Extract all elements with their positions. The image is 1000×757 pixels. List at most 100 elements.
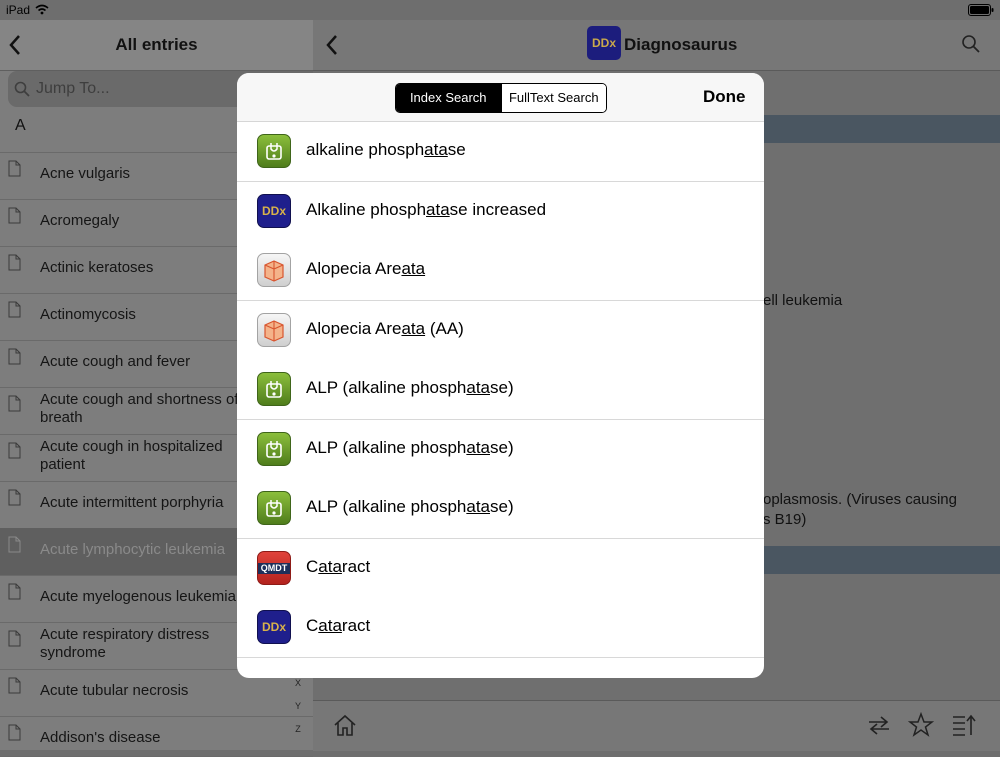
book-icon (264, 260, 284, 282)
document-icon (8, 489, 21, 506)
result-text: se) (490, 437, 514, 457)
home-icon[interactable] (333, 714, 357, 736)
document-icon (8, 160, 21, 177)
result-text: se increased (449, 199, 547, 219)
document-icon (8, 724, 21, 741)
search-result-row[interactable]: DDx Alkaline phosphatase increased (237, 181, 764, 242)
star-icon[interactable] (908, 712, 934, 737)
result-match-highlight: ata (466, 497, 490, 516)
search-result-label: alkaline phosphatase (306, 140, 466, 160)
index-search-segment[interactable]: Index Search (396, 84, 501, 112)
result-text: Alopecia Are (306, 259, 402, 278)
document-icon (8, 583, 21, 600)
stethoscope-icon (257, 134, 291, 168)
document-icon (8, 677, 21, 694)
sidebar-nav-bar: All entries (0, 20, 313, 71)
stethoscope-icon (266, 381, 282, 398)
search-result-label: Alopecia Areata (AA) (306, 319, 464, 339)
result-match-highlight: ata (318, 616, 342, 635)
sidebar-entry-label: Acute cough and shortness of breath (40, 391, 239, 426)
book-icon (264, 319, 284, 342)
result-text: alkaline phosph (306, 140, 425, 159)
sidebar-entry-label: Acute cough and fever (40, 353, 191, 370)
result-text: se) (490, 378, 514, 397)
index-letter[interactable]: Z (292, 718, 304, 741)
search-result-row[interactable]: DDx Cataract (237, 598, 764, 658)
document-icon (8, 442, 21, 459)
search-result-label: Alkaline phosphatase increased (306, 200, 546, 220)
document-icon (8, 254, 21, 271)
book-icon (257, 312, 291, 347)
sidebar-entry-label: Actinic keratoses (40, 259, 154, 276)
detail-text-fragment: ell leukemia (763, 292, 843, 309)
swap-arrows-icon[interactable] (866, 714, 892, 736)
detail-nav-bar: DDx Diagnosaurus (313, 20, 1000, 71)
stethoscope-icon (266, 440, 282, 458)
document-icon (8, 348, 21, 365)
stethoscope-icon (266, 500, 282, 517)
search-result-row[interactable]: QMDT Cataract (237, 538, 764, 599)
search-icon[interactable] (961, 34, 981, 54)
result-match-highlight: ata (426, 199, 450, 219)
ddx-icon: DDx (257, 193, 291, 228)
sidebar-entry[interactable]: Addison's disease (0, 716, 313, 757)
search-modal: Index Search FullText Search Done alkali… (237, 73, 764, 678)
results-list: alkaline phosphatase DDx Alkaline phosphat… (237, 122, 764, 678)
app-title: Diagnosaurus (624, 35, 738, 54)
document-icon (8, 630, 21, 647)
ddx-icon: DDx (257, 610, 291, 644)
result-text: se (447, 140, 466, 159)
search-result-label: Cataract (306, 616, 370, 636)
result-text: ALP (alkaline phosph (306, 497, 467, 516)
modal-header: Index Search FullText Search Done (237, 73, 764, 122)
search-result-label: ALP (alkaline phosphatase) (306, 438, 514, 458)
search-mode-segmented-control[interactable]: Index Search FullText Search (395, 83, 607, 113)
result-match-highlight: ata (466, 378, 490, 397)
index-bar[interactable]: X Y Z (292, 672, 304, 741)
result-match-highlight: ata (466, 437, 490, 457)
device-name: iPad (6, 3, 31, 17)
sidebar-entry-label: Acute intermittent porphyria (40, 494, 224, 511)
stethoscope-icon (266, 143, 282, 160)
result-match-highlight: ata (318, 556, 342, 576)
search-result-label: ALP (alkaline phosphatase) (306, 378, 514, 398)
detail-text-fragment: s B19) (763, 511, 807, 528)
search-result-row[interactable]: ALP (alkaline phosphatase) (237, 360, 764, 420)
index-letter[interactable]: Y (292, 695, 304, 718)
search-result-row[interactable]: Alopecia Areata (237, 241, 764, 301)
back-chevron-icon[interactable] (325, 34, 339, 56)
search-result-row[interactable]: Alopecia Areata (AA) (237, 300, 764, 361)
ddx-app-icon: DDx (587, 26, 621, 60)
sidebar-entry-label: Acute tubular necrosis (40, 682, 189, 699)
book-icon (257, 253, 291, 287)
search-result-row[interactable]: ALP (alkaline phosphatase) (237, 479, 764, 539)
search-result-label: Cataract (306, 557, 370, 577)
sidebar-entry-label: Acute myelogenous leukemia (40, 588, 236, 605)
stethoscope-icon (257, 372, 291, 406)
stethoscope-icon (257, 491, 291, 525)
search-icon (14, 81, 30, 97)
search-placeholder: Jump To... (36, 80, 110, 97)
sidebar-entry-label: Acne vulgaris (40, 165, 131, 182)
result-text: (AA) (425, 318, 464, 338)
result-text: ract (341, 616, 371, 635)
result-text: C (306, 616, 319, 635)
search-result-label: ALP (alkaline phosphatase) (306, 497, 514, 517)
result-text: ract (341, 556, 371, 576)
sort-list-icon[interactable] (951, 713, 977, 737)
document-icon (8, 536, 21, 553)
bottom-toolbar (313, 700, 1000, 751)
search-result-row[interactable]: ALP (alkaline phosphatase) (237, 419, 764, 480)
result-match-highlight: ata (401, 318, 426, 338)
battery-icon (968, 4, 994, 16)
result-text: ALP (alkaline phosph (306, 437, 467, 457)
result-text: se) (490, 497, 514, 516)
document-icon (8, 395, 21, 412)
result-text: C (306, 556, 319, 576)
section-letter: A (15, 117, 26, 134)
result-text: Alopecia Are (306, 318, 402, 338)
fulltext-search-segment[interactable]: FullText Search (500, 84, 606, 112)
done-button[interactable]: Done (703, 87, 746, 107)
stethoscope-icon (257, 431, 291, 466)
search-result-row[interactable]: alkaline phosphatase (237, 122, 764, 182)
